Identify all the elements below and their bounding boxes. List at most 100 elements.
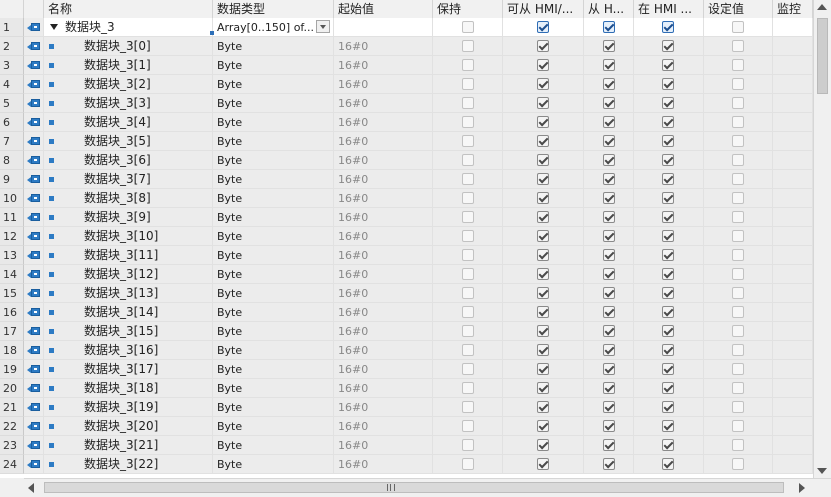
retain-checkbox[interactable] xyxy=(462,192,474,204)
visible-hmi-checkbox[interactable] xyxy=(662,173,674,185)
writable-hmi-checkbox[interactable] xyxy=(603,401,615,413)
table-row[interactable]: 19 数据块_3[17] Byte 16#0 xyxy=(0,360,813,379)
data-type-cell[interactable]: Byte xyxy=(213,170,334,189)
writable-hmi-checkbox[interactable] xyxy=(603,458,615,470)
setpoint-checkbox[interactable] xyxy=(732,40,744,52)
accessible-hmi-checkbox[interactable] xyxy=(537,344,549,356)
header-monitor[interactable]: 监控 xyxy=(773,0,813,18)
data-type-cell[interactable]: Byte xyxy=(213,189,334,208)
accessible-hmi-checkbox[interactable] xyxy=(537,116,549,128)
start-value-cell[interactable]: 16#0 xyxy=(334,56,433,75)
vertical-scroll-thumb[interactable] xyxy=(817,18,828,94)
name-cell[interactable]: 数据块_3[7] xyxy=(44,170,213,189)
start-value-cell[interactable]: 16#0 xyxy=(334,170,433,189)
row-number[interactable]: 10 xyxy=(0,189,24,208)
accessible-hmi-checkbox[interactable] xyxy=(537,154,549,166)
table-row[interactable]: 16 数据块_3[14] Byte 16#0 xyxy=(0,303,813,322)
visible-hmi-checkbox[interactable] xyxy=(662,344,674,356)
setpoint-checkbox[interactable] xyxy=(732,97,744,109)
start-value-cell[interactable]: 16#0 xyxy=(334,227,433,246)
row-number[interactable]: 11 xyxy=(0,208,24,227)
accessible-hmi-checkbox[interactable] xyxy=(537,287,549,299)
visible-hmi-checkbox[interactable] xyxy=(662,287,674,299)
table-row[interactable]: 22 数据块_3[20] Byte 16#0 xyxy=(0,417,813,436)
writable-hmi-checkbox[interactable] xyxy=(603,382,615,394)
row-number[interactable]: 22 xyxy=(0,417,24,436)
setpoint-checkbox[interactable] xyxy=(732,306,744,318)
writable-hmi-checkbox[interactable] xyxy=(603,363,615,375)
visible-hmi-checkbox[interactable] xyxy=(662,78,674,90)
setpoint-checkbox[interactable] xyxy=(732,211,744,223)
row-number[interactable]: 14 xyxy=(0,265,24,284)
row-number[interactable]: 17 xyxy=(0,322,24,341)
table-row[interactable]: 9 数据块_3[7] Byte 16#0 xyxy=(0,170,813,189)
row-number[interactable]: 24 xyxy=(0,455,24,474)
data-type-cell[interactable]: Array[0..150] of... xyxy=(213,18,334,37)
name-cell[interactable]: 数据块_3 xyxy=(44,18,213,37)
accessible-hmi-checkbox[interactable] xyxy=(537,135,549,147)
setpoint-checkbox[interactable] xyxy=(732,21,744,33)
table-row[interactable]: 23 数据块_3[21] Byte 16#0 xyxy=(0,436,813,455)
start-value-cell[interactable]: 16#0 xyxy=(334,132,433,151)
setpoint-checkbox[interactable] xyxy=(732,287,744,299)
start-value-cell[interactable]: 16#0 xyxy=(334,455,433,474)
name-cell[interactable]: 数据块_3[2] xyxy=(44,75,213,94)
table-row[interactable]: 20 数据块_3[18] Byte 16#0 xyxy=(0,379,813,398)
start-value-cell[interactable]: 16#0 xyxy=(334,284,433,303)
row-number[interactable]: 3 xyxy=(0,56,24,75)
table-row[interactable]: 12 数据块_3[10] Byte 16#0 xyxy=(0,227,813,246)
accessible-hmi-checkbox[interactable] xyxy=(537,306,549,318)
scroll-left-icon[interactable] xyxy=(28,483,34,493)
header-retain[interactable]: 保持 xyxy=(433,0,503,18)
table-row[interactable]: 17 数据块_3[15] Byte 16#0 xyxy=(0,322,813,341)
start-value-cell[interactable]: 16#0 xyxy=(334,417,433,436)
accessible-hmi-checkbox[interactable] xyxy=(537,420,549,432)
name-cell[interactable]: 数据块_3[18] xyxy=(44,379,213,398)
start-value-cell[interactable]: 16#0 xyxy=(334,94,433,113)
retain-checkbox[interactable] xyxy=(462,268,474,280)
visible-hmi-checkbox[interactable] xyxy=(662,116,674,128)
accessible-hmi-checkbox[interactable] xyxy=(537,439,549,451)
start-value-cell[interactable]: 16#0 xyxy=(334,379,433,398)
row-number[interactable]: 13 xyxy=(0,246,24,265)
start-value-cell[interactable]: 16#0 xyxy=(334,208,433,227)
row-number[interactable]: 8 xyxy=(0,151,24,170)
name-cell[interactable]: 数据块_3[11] xyxy=(44,246,213,265)
setpoint-checkbox[interactable] xyxy=(732,401,744,413)
writable-hmi-checkbox[interactable] xyxy=(603,154,615,166)
writable-hmi-checkbox[interactable] xyxy=(603,59,615,71)
visible-hmi-checkbox[interactable] xyxy=(662,21,674,33)
writable-hmi-checkbox[interactable] xyxy=(603,135,615,147)
visible-hmi-checkbox[interactable] xyxy=(662,268,674,280)
name-cell[interactable]: 数据块_3[13] xyxy=(44,284,213,303)
start-value-cell[interactable]: 16#0 xyxy=(334,37,433,56)
scroll-right-icon[interactable] xyxy=(799,483,805,493)
name-cell[interactable]: 数据块_3[3] xyxy=(44,94,213,113)
data-type-cell[interactable]: Byte xyxy=(213,246,334,265)
header-writable-hmi[interactable]: 从 H... xyxy=(584,0,634,18)
name-cell[interactable]: 数据块_3[14] xyxy=(44,303,213,322)
setpoint-checkbox[interactable] xyxy=(732,382,744,394)
header-name[interactable]: 名称 xyxy=(44,0,213,18)
name-cell[interactable]: 数据块_3[5] xyxy=(44,132,213,151)
header-accessible-hmi[interactable]: 可从 HMI/... xyxy=(503,0,584,18)
row-number[interactable]: 1 xyxy=(0,18,24,37)
table-row[interactable]: 21 数据块_3[19] Byte 16#0 xyxy=(0,398,813,417)
data-type-cell[interactable]: Byte xyxy=(213,455,334,474)
setpoint-checkbox[interactable] xyxy=(732,78,744,90)
retain-checkbox[interactable] xyxy=(462,59,474,71)
table-row[interactable]: 2 数据块_3[0] Byte 16#0 xyxy=(0,37,813,56)
setpoint-checkbox[interactable] xyxy=(732,363,744,375)
start-value-cell[interactable]: 16#0 xyxy=(334,322,433,341)
retain-checkbox[interactable] xyxy=(462,325,474,337)
writable-hmi-checkbox[interactable] xyxy=(603,420,615,432)
dropdown-arrow-icon[interactable] xyxy=(316,20,330,33)
setpoint-checkbox[interactable] xyxy=(732,420,744,432)
horizontal-scroll-thumb[interactable] xyxy=(44,482,784,493)
retain-checkbox[interactable] xyxy=(462,306,474,318)
data-type-cell[interactable]: Byte xyxy=(213,132,334,151)
visible-hmi-checkbox[interactable] xyxy=(662,439,674,451)
data-type-cell[interactable]: Byte xyxy=(213,417,334,436)
start-value-cell[interactable]: 16#0 xyxy=(334,303,433,322)
accessible-hmi-checkbox[interactable] xyxy=(537,173,549,185)
